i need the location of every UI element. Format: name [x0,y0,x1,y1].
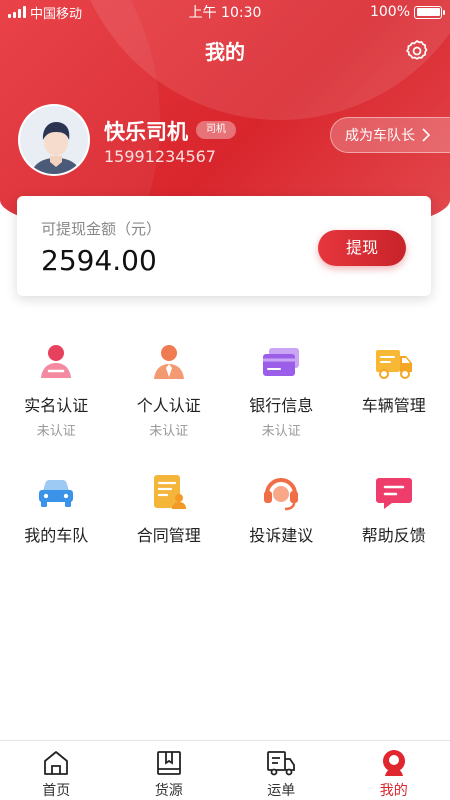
bank-card-icon [263,348,300,376]
settings-gear-icon[interactable] [404,38,430,64]
grid-label: 我的车队 [24,526,89,545]
phone-number: 15991234567 [104,147,216,166]
person-tie-icon [153,345,184,379]
nav-label: 首页 [42,783,71,799]
home-icon [44,751,69,775]
avatar[interactable] [18,104,90,176]
status-bar: 中国移动 上午 10:30 100% [0,0,450,24]
become-captain-button[interactable]: 成为车队长 [330,117,450,153]
grid-label: 银行信息 [249,396,314,415]
role-badge: 司机 [196,121,236,139]
id-person-icon [41,345,72,378]
nav-item-home[interactable]: 首页 [0,741,113,800]
mine-avatar-icon [382,750,405,776]
grid-label: 合同管理 [136,526,201,545]
grid-item-contract[interactable]: 合同管理 [113,472,226,592]
grid-item-complaint[interactable]: 投诉建议 [225,472,338,592]
page-title: 我的 [205,40,245,64]
nav-label: 运单 [267,783,296,799]
feature-row: 我的车队 合同管理 投诉建议 帮助反馈 [0,472,450,592]
grid-status: 未认证 [36,424,76,439]
bottom-nav: 首页 货源 运单 我的 [0,740,450,800]
withdraw-button[interactable]: 提现 [318,230,406,266]
grid-item-realname[interactable]: 实名认证 未认证 [0,342,113,472]
signal-icon [8,6,26,18]
nav-item-mine[interactable]: 我的 [338,741,450,800]
carrier-name: 中国移动 [30,6,83,22]
headset-icon [264,478,299,511]
feature-row: 实名认证 未认证 个人认证 未认证 银行信息 未认证 车辆管理 [0,342,450,472]
truck-icon [375,350,412,379]
become-captain-label: 成为车队长 [345,128,415,144]
chevron-right-icon [422,128,431,142]
grid-status: 未认证 [149,424,189,439]
grid-label: 实名认证 [24,396,89,415]
grid-item-vehicle[interactable]: 车辆管理 [338,342,450,472]
grid-label: 帮助反馈 [361,526,426,545]
grid-label: 投诉建议 [249,526,314,545]
grid-label: 车辆管理 [361,396,426,415]
waybill-truck-icon [267,751,296,776]
car-icon [39,480,74,507]
grid-item-fleet[interactable]: 我的车队 [0,472,113,592]
nav-label: 我的 [379,783,408,799]
grid-item-personal[interactable]: 个人认证 未认证 [113,342,226,472]
balance-card: 可提现金额（元） 2594.00 提现 [17,196,431,296]
grid-status: 未认证 [261,424,301,439]
message-icon [375,478,412,509]
contract-icon [153,475,186,509]
bookmark-book-icon [156,751,181,775]
balance-amount: 2594.00 [41,244,157,277]
grid-item-help[interactable]: 帮助反馈 [338,472,450,592]
feature-grid: 实名认证 未认证 个人认证 未认证 银行信息 未认证 车辆管理 我的车队 合同管… [0,342,450,592]
battery-percent: 100% [369,4,410,20]
grid-label: 个人认证 [136,396,201,415]
battery-icon [414,5,445,19]
nav-item-supply[interactable]: 货源 [113,741,226,800]
user-name: 快乐司机 [104,120,188,144]
balance-label: 可提现金额（元） [41,220,162,238]
grid-item-bank[interactable]: 银行信息 未认证 [225,342,338,472]
battery-indicator: 100% [369,4,445,20]
nav-label: 货源 [154,783,183,799]
nav-item-waybill[interactable]: 运单 [225,741,338,800]
